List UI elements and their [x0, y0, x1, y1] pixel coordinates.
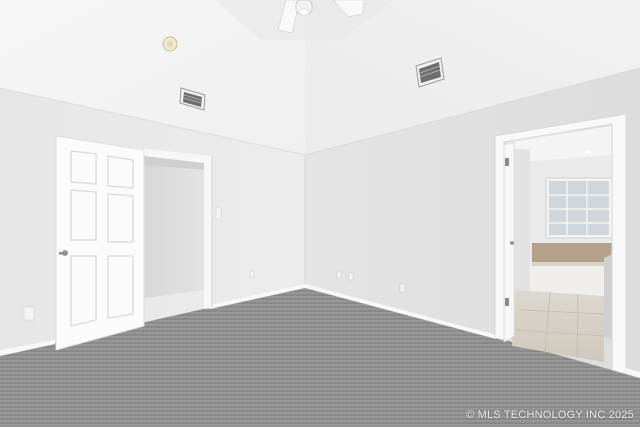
light-switch	[215, 206, 222, 220]
watermark-text: © MLS TECHNOLOGY INC 2025	[466, 409, 634, 421]
bathroom-window	[545, 177, 613, 239]
bathtub	[530, 266, 612, 296]
room-photo: © MLS TECHNOLOGY INC 2025	[0, 0, 640, 427]
bathroom-doorway	[503, 126, 613, 362]
closet-door	[55, 135, 145, 351]
room-illustration	[0, 0, 640, 427]
closet-interior	[144, 155, 205, 298]
wall-outlet	[336, 270, 342, 279]
wall-outlet	[23, 306, 35, 321]
